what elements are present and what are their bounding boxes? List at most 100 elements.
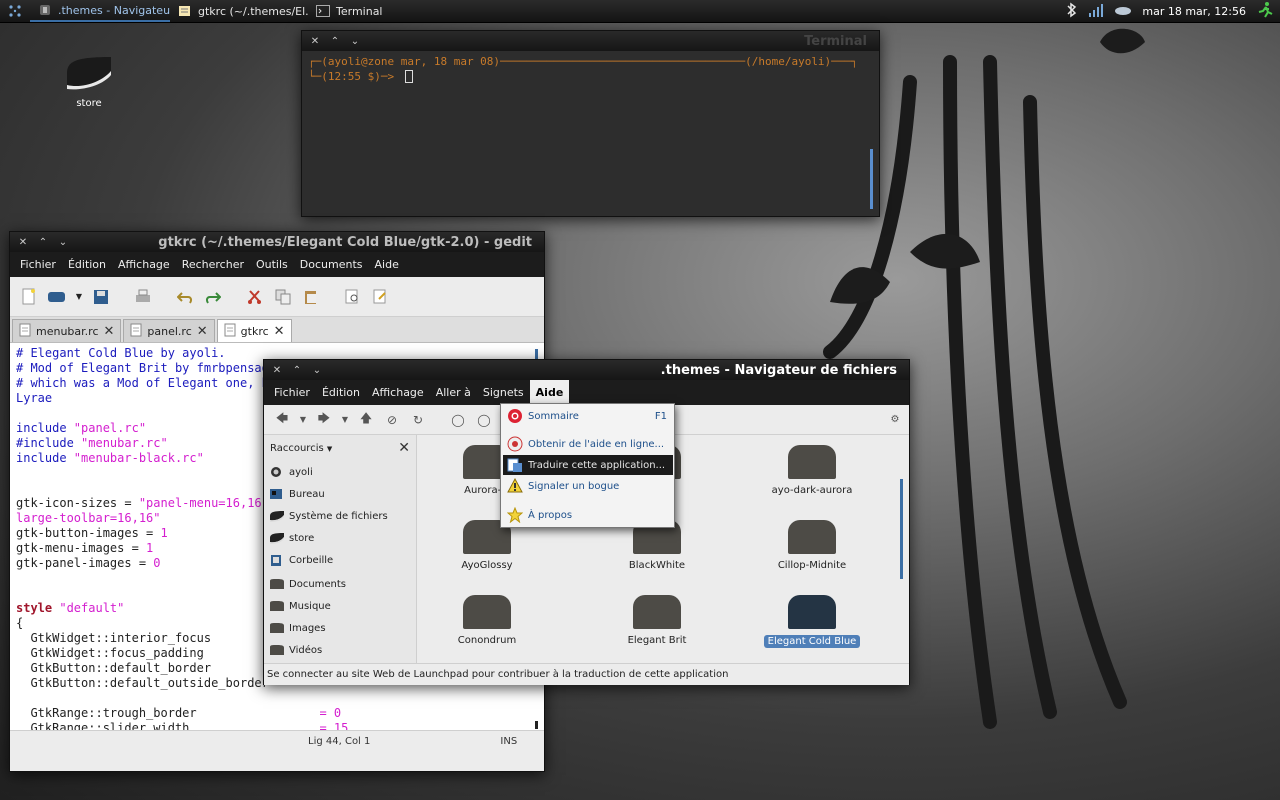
new-document-icon[interactable]: [18, 286, 40, 308]
search-icon[interactable]: ◯: [448, 410, 468, 430]
close-icon[interactable]: ✕: [398, 440, 410, 456]
scrollbar-thumb[interactable]: [535, 349, 538, 359]
maximize-icon[interactable]: ⌄: [312, 365, 322, 376]
cut-icon[interactable]: [244, 286, 266, 308]
signal-strength-icon[interactable]: [1088, 3, 1104, 20]
terminal-scrollbar[interactable]: [870, 59, 873, 209]
menu-fichier[interactable]: Fichier: [268, 380, 316, 405]
taskbar-item-gedit[interactable]: gtkrc (~/.themes/El...: [170, 1, 308, 22]
close-tab-icon[interactable]: ✕: [104, 324, 115, 339]
sidebar-item-corbeille[interactable]: Corbeille: [264, 549, 416, 571]
up-arrow-icon[interactable]: 🡅: [356, 410, 376, 430]
zoom-icon[interactable]: ◯: [474, 410, 494, 430]
menu-edition[interactable]: Édition: [62, 252, 112, 277]
close-icon[interactable]: ✕: [272, 365, 282, 376]
weather-icon[interactable]: [1114, 4, 1132, 19]
chevron-down-icon[interactable]: ▼: [340, 410, 350, 430]
sidebar-item-videos[interactable]: Vidéos: [264, 639, 416, 661]
scrollbar-thumb[interactable]: [900, 479, 903, 579]
menu-documents[interactable]: Documents: [294, 252, 369, 277]
file-item[interactable]: Conondrum: [422, 595, 552, 646]
file-item[interactable]: Cillop-Midnite: [747, 520, 877, 571]
paste-icon[interactable]: [300, 286, 322, 308]
minimize-icon[interactable]: ⌃: [330, 36, 340, 47]
back-arrow-icon[interactable]: 🡄: [272, 410, 292, 430]
menu-aller-a[interactable]: Aller à: [430, 380, 477, 405]
taskbar-item-file-manager[interactable]: .themes - Navigateu...: [30, 1, 170, 22]
find-icon[interactable]: [342, 286, 364, 308]
text-editor-icon: [178, 5, 192, 17]
folder-icon: [269, 600, 284, 612]
sidebar-item-documents[interactable]: Documents: [264, 573, 416, 595]
settings-icon[interactable]: ⚙: [885, 410, 905, 430]
minimize-icon[interactable]: ⌃: [292, 365, 302, 376]
forward-arrow-icon[interactable]: 🡆: [314, 410, 334, 430]
save-icon[interactable]: [90, 286, 112, 308]
scrollbar-thumb[interactable]: [870, 149, 873, 209]
logout-running-man-icon[interactable]: [1256, 1, 1274, 22]
code-token: 0: [153, 556, 161, 570]
maximize-icon[interactable]: ⌄: [350, 36, 360, 47]
sidebar-item-bureau[interactable]: Bureau: [264, 483, 416, 505]
sidebar-item-systeme-de-fichiers[interactable]: Système de fichiers: [264, 505, 416, 527]
tab-gtkrc[interactable]: gtkrc ✕: [216, 319, 292, 342]
stop-icon[interactable]: ⊘: [382, 410, 402, 430]
menu-affichage[interactable]: Affichage: [112, 252, 176, 277]
tab-menubar-rc[interactable]: menubar.rc ✕: [12, 319, 122, 342]
sidebar-selector[interactable]: Raccourcis ▼: [270, 443, 332, 454]
file-label: Cillop-Midnite: [777, 560, 847, 571]
print-icon[interactable]: [132, 286, 154, 308]
file-manager-titlebar[interactable]: ✕ ⌃ ⌄ .themes - Navigateur de fichiers: [264, 360, 909, 380]
help-menu-item-obtenir-de-l-aide-en-ligne[interactable]: Obtenir de l'aide en ligne...: [503, 434, 673, 454]
menu-item-label: Obtenir de l'aide en ligne...: [528, 438, 665, 450]
terminal-body[interactable]: ┌─(ayoli@zone mar, 18 mar 08)───────────…: [302, 51, 879, 216]
menu-edition[interactable]: Édition: [316, 380, 366, 405]
close-icon[interactable]: ✕: [310, 36, 320, 47]
menu-fichier[interactable]: Fichier: [14, 252, 62, 277]
taskbar-item-terminal[interactable]: Terminal: [308, 1, 398, 22]
code-token: "default": [59, 601, 125, 615]
close-tab-icon[interactable]: ✕: [197, 324, 208, 339]
open-icon[interactable]: [46, 286, 68, 308]
file-manager-icon: [38, 4, 52, 16]
desktop-icon-store[interactable]: store: [58, 55, 120, 109]
help-menu-item-a-propos[interactable]: À propos: [503, 505, 673, 525]
chevron-down-icon[interactable]: ▼: [74, 286, 84, 308]
menu-outils[interactable]: Outils: [250, 252, 294, 277]
close-tab-icon[interactable]: ✕: [274, 324, 285, 339]
copy-icon[interactable]: [272, 286, 294, 308]
gedit-titlebar[interactable]: ✕ ⌃ ⌄ gtkrc (~/.themes/Elegant Cold Blue…: [10, 232, 544, 252]
sidebar-item-store[interactable]: store: [264, 527, 416, 549]
menu-signets[interactable]: Signets: [477, 380, 530, 405]
code-token: # Mod of Elegant Brit by fmrbpensador: [16, 361, 284, 375]
sidebar-item-images[interactable]: Images: [264, 617, 416, 639]
find-replace-icon[interactable]: [370, 286, 392, 308]
menu-affichage[interactable]: Affichage: [366, 380, 430, 405]
minimize-icon[interactable]: ⌃: [38, 237, 48, 248]
clock[interactable]: mar 18 mar, 12:56: [1142, 5, 1246, 18]
help-menu-item-sommaire[interactable]: Sommaire F1: [503, 406, 673, 426]
sidebar-item-ayoli[interactable]: ayoli: [264, 461, 416, 483]
close-icon[interactable]: ✕: [18, 237, 28, 248]
file-item[interactable]: Elegant Brit: [592, 595, 722, 646]
undo-icon[interactable]: [174, 286, 196, 308]
menu-aide[interactable]: Aide: [529, 380, 570, 405]
help-menu-item-traduire-cette-application[interactable]: Traduire cette application...: [503, 455, 673, 475]
apps-menu-button[interactable]: [0, 0, 30, 23]
terminal-input-line: └─(12:55 $)─>: [308, 70, 873, 83]
menu-rechercher[interactable]: Rechercher: [176, 252, 250, 277]
bluetooth-icon[interactable]: [1066, 2, 1078, 21]
file-item[interactable]: Elegant Cold Blue: [747, 595, 877, 648]
chevron-down-icon[interactable]: ▼: [298, 410, 308, 430]
tab-panel-rc[interactable]: panel.rc ✕: [123, 319, 215, 342]
redo-icon[interactable]: [202, 286, 224, 308]
file-grid-scrollbar[interactable]: [900, 439, 903, 657]
reload-icon[interactable]: ↻: [408, 410, 428, 430]
maximize-icon[interactable]: ⌄: [58, 237, 68, 248]
file-item[interactable]: ayo-dark-aurora: [747, 445, 877, 496]
sidebar-header: Raccourcis ▼ ✕: [264, 435, 416, 461]
terminal-titlebar[interactable]: ✕ ⌃ ⌄ Terminal: [302, 31, 879, 51]
menu-aide[interactable]: Aide: [369, 252, 405, 277]
sidebar-item-musique[interactable]: Musique: [264, 595, 416, 617]
help-menu-item-signaler-un-bogue[interactable]: Signaler un bogue: [503, 476, 673, 496]
